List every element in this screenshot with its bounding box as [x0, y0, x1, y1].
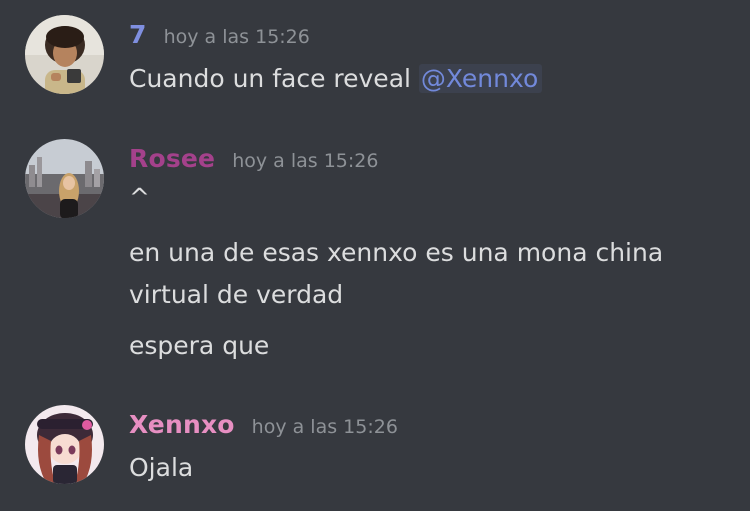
message-text: virtual de verdad [129, 280, 344, 309]
user-mention[interactable]: @Xennxo [418, 64, 543, 93]
timestamp: hoy a las 15:26 [163, 26, 310, 48]
timestamp: hoy a las 15:26 [232, 150, 379, 172]
message-text: Ojala [129, 453, 194, 482]
avatar[interactable] [25, 405, 104, 484]
avatar-photo-woman-city [25, 139, 104, 218]
chat-message-list: 7 hoy a las 15:26 Cuando un face reveal … [0, 0, 750, 511]
avatar-anime-girl [25, 405, 104, 484]
message-header: Rosee hoy a las 15:26 [129, 144, 378, 180]
message-text: espera que [129, 331, 270, 360]
message-text: Cuando un face reveal @Xennxo [129, 61, 543, 97]
avatar-photo-man-curly-hair [25, 15, 104, 94]
message-header: 7 hoy a las 15:26 [129, 20, 310, 56]
avatar[interactable] [25, 139, 104, 218]
message-content: Cuando un face reveal [129, 64, 411, 93]
username[interactable]: 7 [129, 20, 147, 49]
avatar[interactable] [25, 15, 104, 94]
message-text: ^ [129, 183, 150, 212]
username[interactable]: Rosee [129, 144, 215, 173]
timestamp: hoy a las 15:26 [251, 416, 398, 438]
username[interactable]: Xennxo [129, 410, 235, 439]
message-header: Xennxo hoy a las 15:26 [129, 410, 398, 446]
message-text: en una de esas xennxo es una mona china [129, 238, 664, 267]
